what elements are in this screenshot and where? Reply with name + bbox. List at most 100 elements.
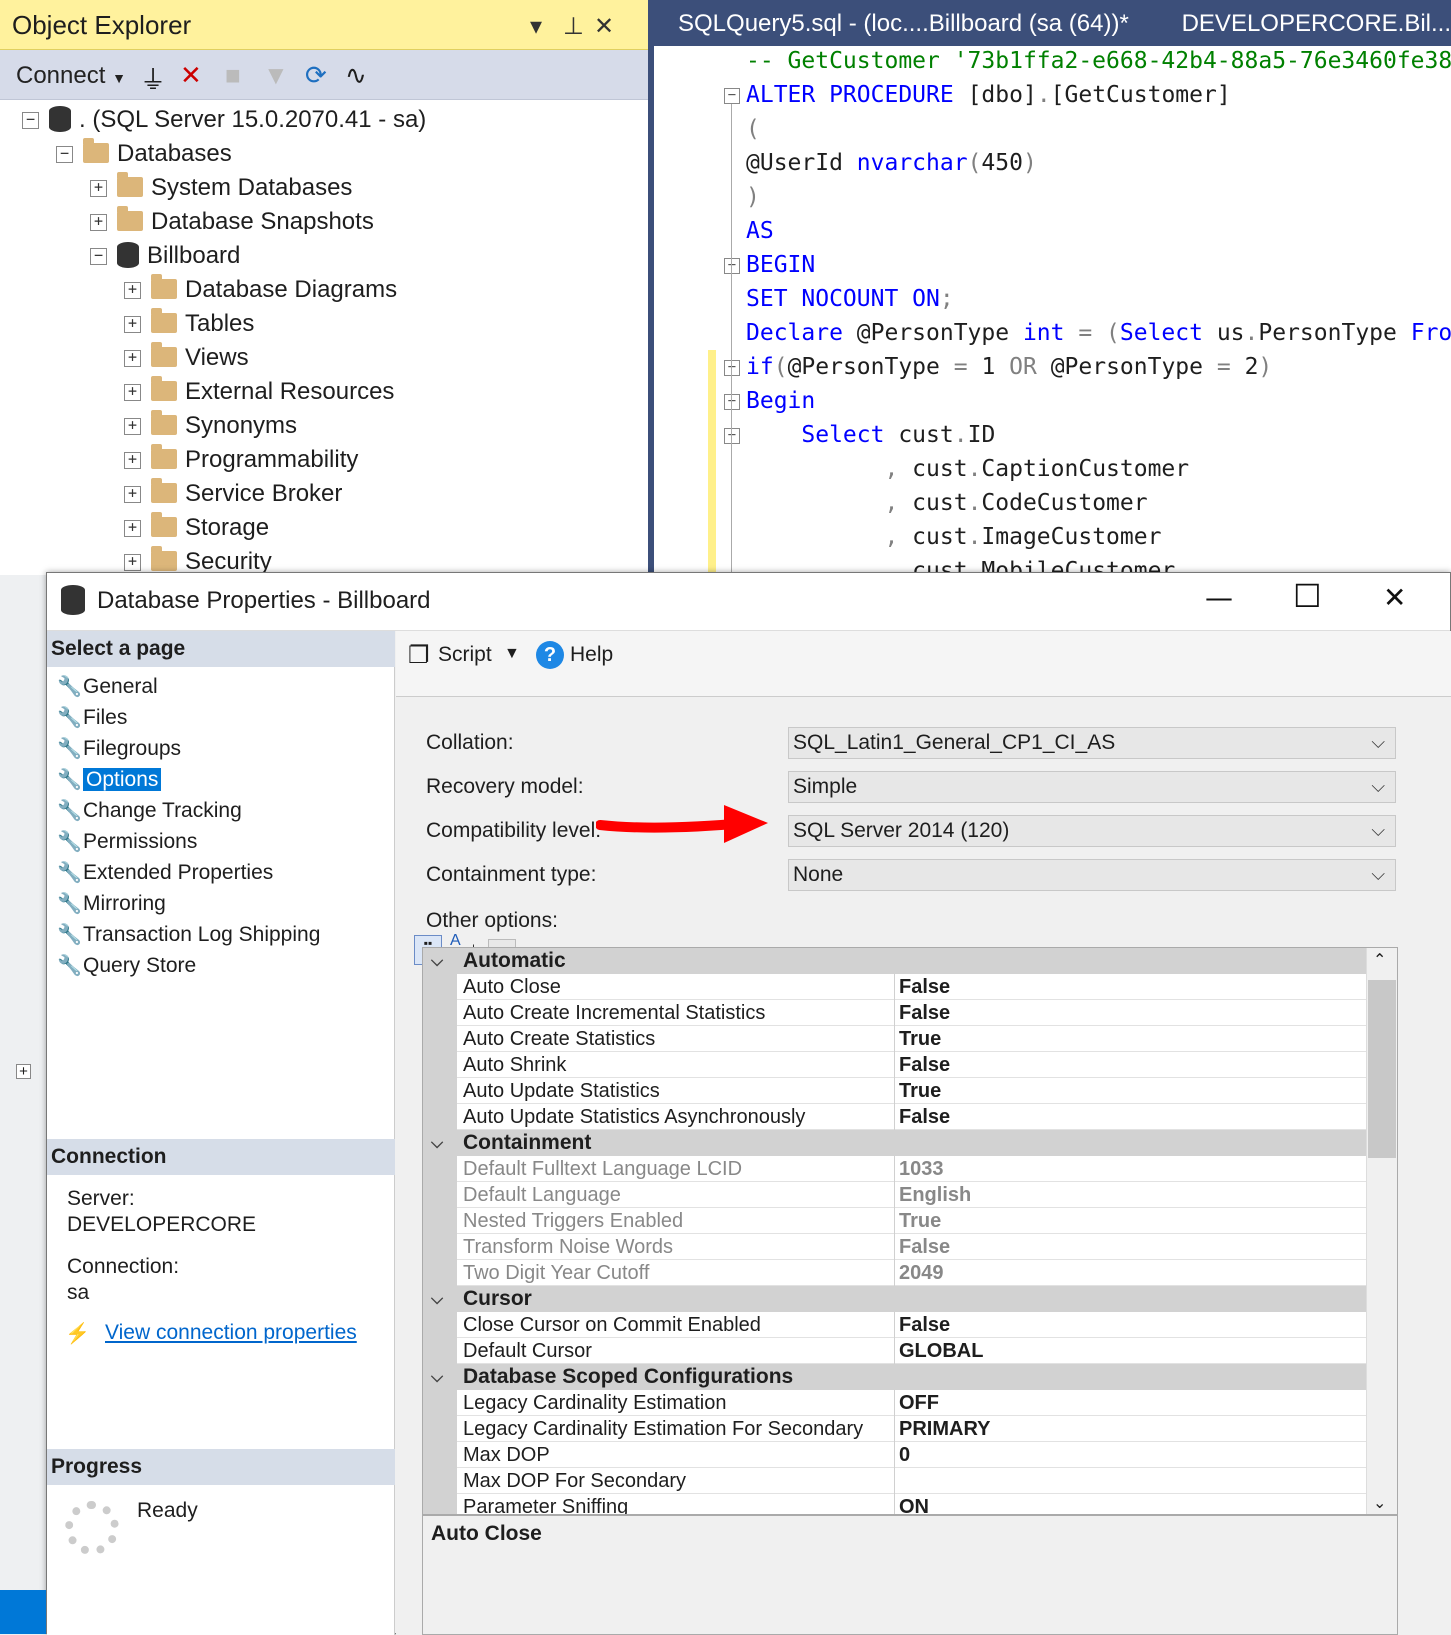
page-item-query-store[interactable]: 🔧Query Store: [57, 950, 196, 980]
tree-node[interactable]: − Billboard: [90, 239, 240, 273]
connect-plug-icon[interactable]: ⏚: [140, 60, 166, 97]
page-item-filegroups[interactable]: 🔧Filegroups: [57, 733, 181, 763]
code-line[interactable]: (: [746, 112, 760, 146]
property-value[interactable]: 2049: [899, 1260, 944, 1286]
fold-toggle-icon[interactable]: −: [724, 88, 740, 104]
property-value[interactable]: True: [899, 1078, 941, 1104]
refresh-icon[interactable]: ⟳: [305, 60, 327, 91]
tree-node[interactable]: + External Resources: [124, 375, 394, 409]
scroll-up-icon[interactable]: ⌃: [1373, 950, 1386, 969]
expand-icon[interactable]: +: [90, 214, 107, 232]
compatibility-level-combo[interactable]: SQL Server 2014 (120) ⌵: [788, 815, 1396, 847]
chevron-down-icon[interactable]: ⌵: [431, 948, 443, 974]
code-line[interactable]: ALTER PROCEDURE [dbo].[GetCustomer]: [746, 78, 1231, 112]
page-item-general[interactable]: 🔧General: [57, 671, 158, 701]
collapse-icon[interactable]: −: [56, 146, 73, 164]
filter-icon[interactable]: ▼: [263, 60, 289, 91]
options-property-grid[interactable]: ⌵ Automatic Auto Close False Auto Create Inc…: [422, 947, 1398, 1515]
maximize-button[interactable]: ☐: [1293, 577, 1322, 615]
expand-icon[interactable]: +: [124, 384, 141, 402]
grid-property-row[interactable]: Two Digit Year Cutoff 2049: [423, 1260, 1369, 1286]
tree-node[interactable]: + Views: [124, 341, 249, 375]
expand-icon[interactable]: +: [124, 418, 141, 436]
editor-tab[interactable]: SQLQuery5.sql - (loc....Billboard (sa (6…: [654, 0, 1451, 46]
script-button[interactable]: Script: [438, 643, 492, 667]
property-value[interactable]: False: [899, 1052, 950, 1078]
grid-property-row[interactable]: Auto Create Incremental Statistics False: [423, 1000, 1369, 1026]
grid-property-row[interactable]: Auto Close False: [423, 974, 1369, 1000]
expand-icon[interactable]: +: [124, 486, 141, 504]
grid-property-row[interactable]: Auto Update Statistics True: [423, 1078, 1369, 1104]
property-value[interactable]: False: [899, 1312, 950, 1338]
chevron-down-icon[interactable]: ⌵: [431, 1364, 443, 1390]
close-icon[interactable]: ✕: [594, 12, 614, 41]
property-value[interactable]: False: [899, 1234, 950, 1260]
scroll-down-icon[interactable]: ⌄: [1373, 1493, 1386, 1512]
tree-node[interactable]: + Database Diagrams: [124, 273, 397, 307]
page-item-files[interactable]: 🔧Files: [57, 702, 127, 732]
minimize-button[interactable]: —: [1205, 581, 1233, 614]
property-value[interactable]: True: [899, 1208, 941, 1234]
expand-icon[interactable]: +: [124, 554, 141, 572]
grid-property-row[interactable]: Nested Triggers Enabled True: [423, 1208, 1369, 1234]
dropdown-icon[interactable]: ▾: [530, 12, 542, 41]
close-button[interactable]: ✕: [1383, 581, 1406, 614]
containment-type-combo[interactable]: None ⌵: [788, 859, 1396, 891]
disconnect-icon[interactable]: ✕: [180, 60, 202, 91]
grid-property-row[interactable]: Legacy Cardinality Estimation For Second…: [423, 1416, 1369, 1442]
grid-property-row[interactable]: Default Cursor GLOBAL: [423, 1338, 1369, 1364]
page-item-options[interactable]: 🔧 Options: [57, 764, 162, 794]
tree-node[interactable]: + Database Snapshots: [90, 205, 374, 239]
code-line[interactable]: -- GetCustomer '73b1ffa2-e668-42b4-88a5-…: [746, 44, 1451, 78]
grid-property-row[interactable]: Max DOP 0: [423, 1442, 1369, 1468]
code-line[interactable]: ): [746, 180, 760, 214]
code-line[interactable]: if(@PersonType = 1 OR @PersonType = 2): [746, 350, 1272, 384]
tree-node[interactable]: + Storage: [124, 511, 269, 545]
grid-property-row[interactable]: Legacy Cardinality Estimation OFF: [423, 1390, 1369, 1416]
page-item-change-tracking[interactable]: 🔧Change Tracking: [57, 795, 242, 825]
help-icon[interactable]: ?: [536, 641, 564, 669]
recovery-model-combo[interactable]: Simple ⌵: [788, 771, 1396, 803]
property-value[interactable]: 0: [899, 1442, 910, 1468]
tree-node[interactable]: + Programmability: [124, 443, 358, 477]
code-line[interactable]: , cust.CodeCustomer: [746, 486, 1147, 520]
fold-toggle-icon[interactable]: −: [724, 394, 740, 410]
property-value[interactable]: False: [899, 1000, 950, 1026]
grid-scroll-thumb[interactable]: [1368, 980, 1396, 1158]
grid-category[interactable]: ⌵ Cursor: [423, 1286, 1369, 1312]
property-value[interactable]: OFF: [899, 1390, 939, 1416]
expand-icon[interactable]: +: [124, 520, 141, 538]
page-item-transaction-log-shipping[interactable]: 🔧Transaction Log Shipping: [57, 919, 320, 949]
tree-node[interactable]: − . (SQL Server 15.0.2070.41 - sa): [22, 103, 426, 137]
grid-property-row[interactable]: Parameter Sniffing ON: [423, 1494, 1369, 1514]
code-line[interactable]: SET NOCOUNT ON;: [746, 282, 954, 316]
code-line[interactable]: Begin: [746, 384, 815, 418]
expander-icon[interactable]: +: [16, 1064, 31, 1079]
property-value[interactable]: False: [899, 1104, 950, 1130]
property-value[interactable]: English: [899, 1182, 971, 1208]
grid-property-row[interactable]: Auto Create Statistics True: [423, 1026, 1369, 1052]
view-connection-properties-link[interactable]: View connection properties: [105, 1321, 357, 1345]
code-line[interactable]: , cust.ImageCustomer: [746, 520, 1161, 554]
pin-icon[interactable]: ⊥: [563, 12, 584, 41]
help-button[interactable]: Help: [570, 643, 613, 667]
grid-property-row[interactable]: Transform Noise Words False: [423, 1234, 1369, 1260]
code-line[interactable]: BEGIN: [746, 248, 815, 282]
tree-node[interactable]: + Synonyms: [124, 409, 297, 443]
expand-icon[interactable]: +: [124, 282, 141, 300]
page-item-mirroring[interactable]: 🔧Mirroring: [57, 888, 166, 918]
collation-combo[interactable]: SQL_Latin1_General_CP1_CI_AS ⌵: [788, 727, 1396, 759]
tree-node[interactable]: + Tables: [124, 307, 254, 341]
page-item-extended-properties[interactable]: 🔧Extended Properties: [57, 857, 273, 887]
grid-property-row[interactable]: Auto Shrink False: [423, 1052, 1369, 1078]
chevron-down-icon[interactable]: ⌵: [431, 1286, 443, 1312]
property-value[interactable]: PRIMARY: [899, 1416, 990, 1442]
expand-icon[interactable]: +: [124, 350, 141, 368]
page-item-permissions[interactable]: 🔧Permissions: [57, 826, 197, 856]
code-line[interactable]: AS: [746, 214, 774, 248]
grid-category[interactable]: ⌵ Database Scoped Configurations: [423, 1364, 1369, 1390]
tree-node[interactable]: − Databases: [56, 137, 232, 171]
grid-property-row[interactable]: Default Language English: [423, 1182, 1369, 1208]
expand-icon[interactable]: +: [90, 180, 107, 198]
fold-toggle-icon[interactable]: −: [724, 428, 740, 444]
